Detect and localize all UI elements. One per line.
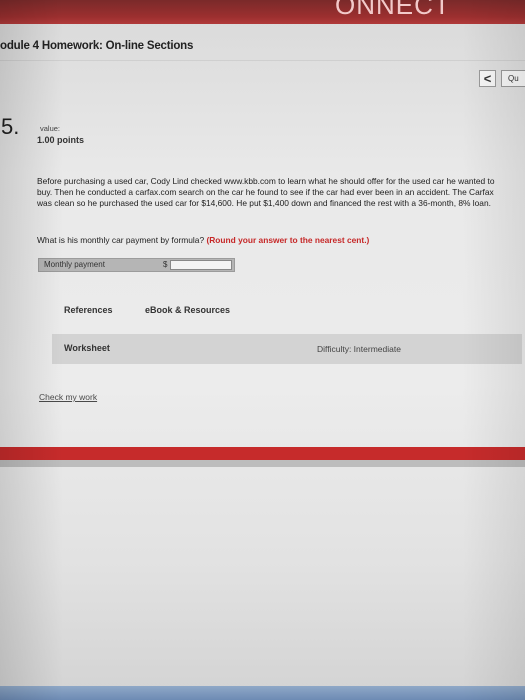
bottom-bezel (0, 686, 525, 700)
footer-band (0, 460, 525, 467)
prompt-text: What is his monthly car payment by formu… (37, 235, 205, 245)
question-number: 5. (1, 114, 20, 139)
monthly-payment-input[interactable] (170, 260, 232, 270)
check-my-work-link[interactable]: Check my work (39, 392, 97, 402)
answer-label: Monthly payment (44, 260, 105, 269)
worksheet-button[interactable]: Worksheet (64, 343, 110, 353)
difficulty-label: Difficulty: Intermediate (317, 344, 401, 354)
points-value: 1.00 points (37, 135, 85, 145)
footer-stripe (0, 447, 525, 460)
value-label: value: (40, 124, 61, 133)
header-divider (0, 60, 525, 61)
brand-logo: ONNECT (335, 0, 451, 20)
screen: ONNECT odule 4 Homework: On-line Section… (0, 0, 525, 700)
previous-question-button[interactable]: < (479, 70, 496, 87)
rounding-instruction: (Round your answer to the nearest cent.) (206, 235, 370, 245)
question-nav-button[interactable]: Qu (501, 70, 525, 87)
answer-row: Monthly payment $ (38, 258, 235, 272)
page-title: odule 4 Homework: On-line Sections (0, 40, 194, 52)
tab-references[interactable]: References (64, 305, 113, 315)
question-prompt: What is his monthly car payment by formu… (37, 235, 507, 245)
currency-symbol: $ (163, 260, 168, 269)
worksheet-bar: Worksheet Difficulty: Intermediate (52, 334, 522, 364)
problem-statement: Before purchasing a used car, Cody Lind … (37, 176, 495, 208)
top-banner: ONNECT (0, 0, 525, 24)
tab-ebook-resources[interactable]: eBook & Resources (145, 305, 230, 315)
